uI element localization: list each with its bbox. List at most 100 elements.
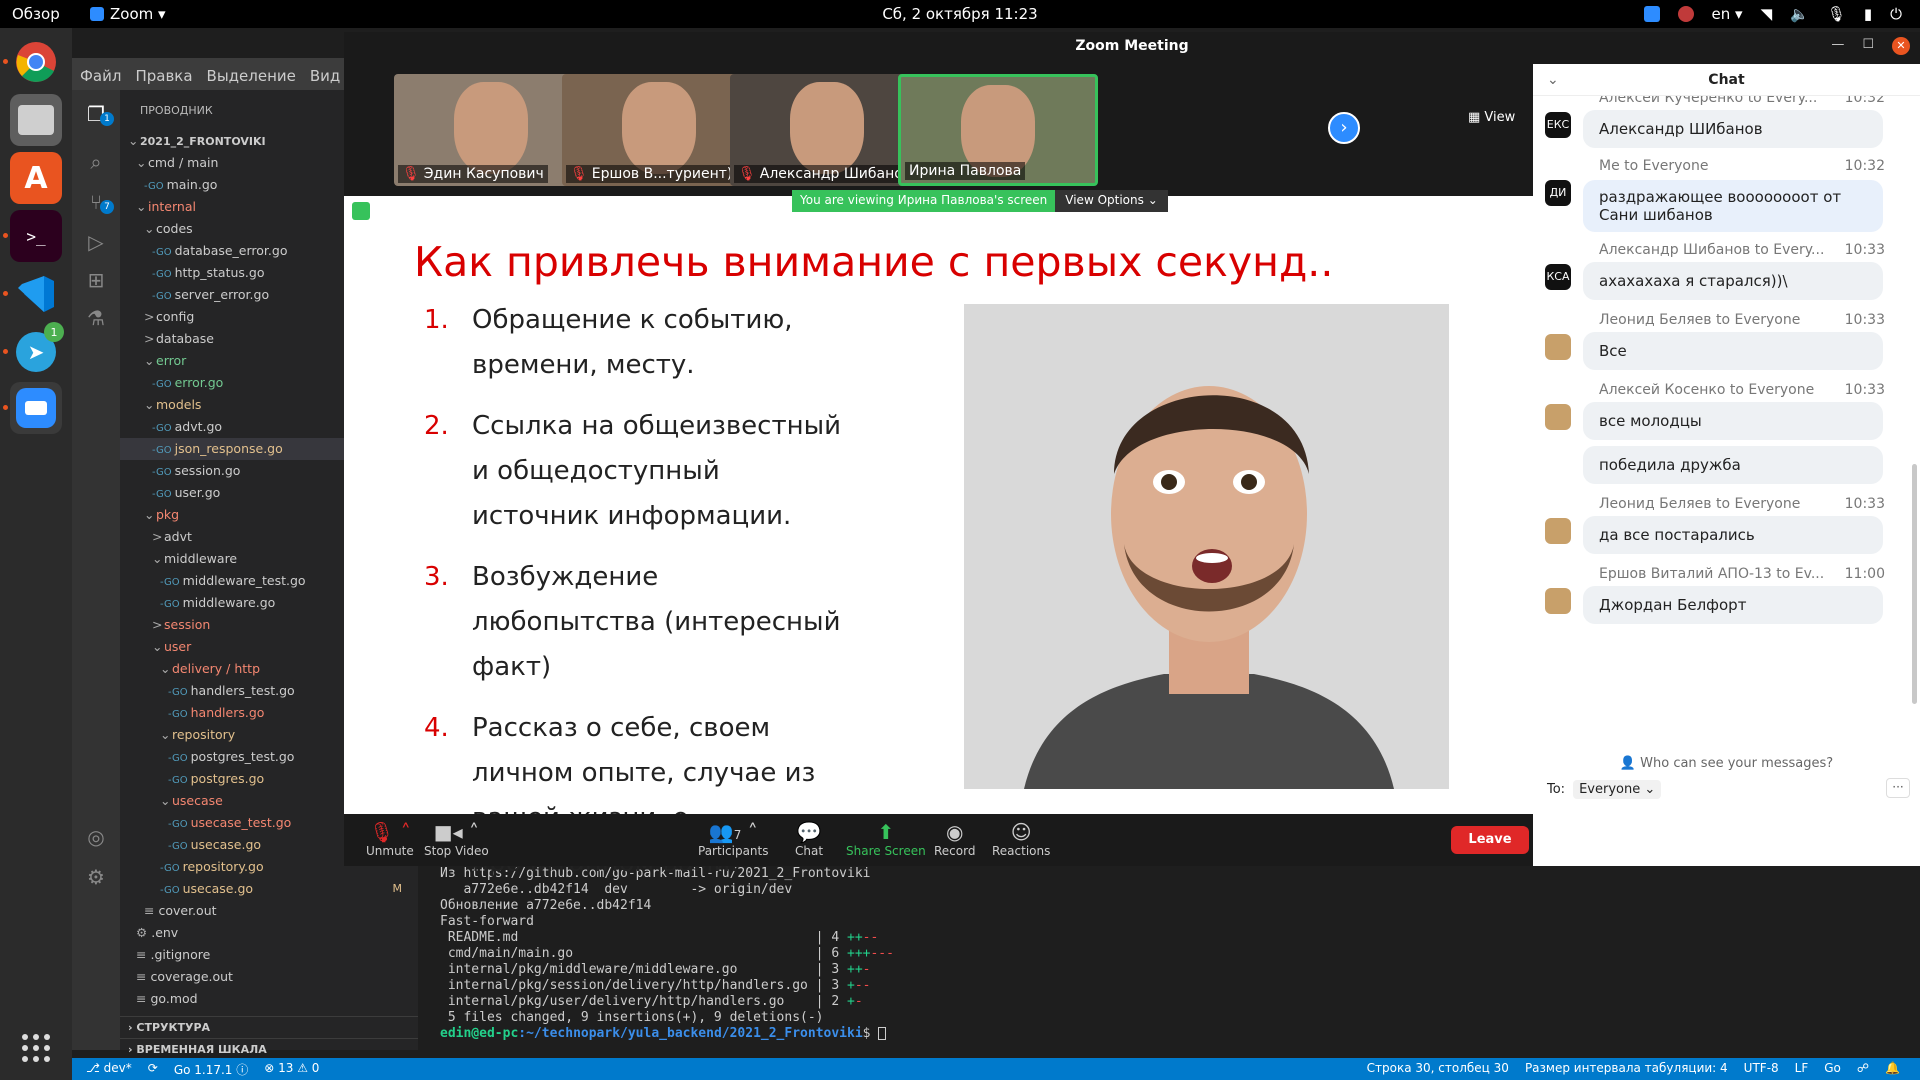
timeline-section[interactable]: › ВРЕМЕННАЯ ШКАЛА (120, 1038, 418, 1060)
battery-icon[interactable]: ▮ (1864, 5, 1872, 23)
zoom-dock-icon[interactable] (3, 382, 62, 434)
chevron-down-icon: ⌄ (144, 507, 155, 522)
zoom-tray-icon[interactable] (1643, 6, 1660, 22)
chat-message-bubble[interactable]: Александр ШИбанов (1583, 110, 1883, 148)
terminal-prompt[interactable]: edin@ed-pc:~/technopark/yula_backend/202… (440, 1026, 1920, 1042)
activity-bar: ❐ 1 ⌕ ⑂ 7 ▷ ⊞ ⚗ ◎ ⚙ (72, 90, 120, 1050)
chat-message-bubble[interactable]: Джордан Белфорт (1583, 586, 1883, 624)
chat-message-bubble[interactable]: все молодцы (1583, 402, 1883, 440)
status-item[interactable]: LF (1795, 1061, 1809, 1075)
volume-icon[interactable]: 🔈 (1790, 5, 1809, 23)
tree-file[interactable]: ≡ cover.out (120, 900, 418, 922)
slide-list-item: 1. Обращение к событию, времени, месту. (424, 298, 844, 388)
chat-message-bubble[interactable]: победила дружба (1583, 446, 1883, 484)
chevron-down-icon: ⌄ (136, 155, 147, 170)
explorer-icon[interactable]: ❐ 1 (84, 102, 114, 126)
tree-item-label: user.go (174, 485, 221, 500)
chat-message-bubble[interactable]: ахахахаха я старался))\ (1583, 262, 1883, 300)
view-options-button[interactable]: View Options ⌄ (1055, 190, 1168, 212)
tree-file[interactable]: ≡ go.mod (120, 988, 418, 1010)
vscode-dock-icon[interactable] (3, 268, 62, 320)
tree-item-label: database_error.go (174, 243, 288, 258)
participant-face (790, 82, 864, 174)
tree-item-label: 2021_2_FRONTOVIKI (140, 135, 266, 148)
status-item[interactable]: Размер интервала табуляции: 4 (1525, 1061, 1728, 1075)
slide-item-number: 1. (424, 305, 449, 335)
participant-video[interactable]: Ирина Павлова (898, 74, 1098, 186)
terminal-line: 5 files changed, 9 insertions(+), 9 dele… (440, 1010, 1920, 1026)
run-debug-icon[interactable]: ▷ (84, 230, 108, 254)
status-item[interactable]: Строка 30, столбец 30 (1367, 1061, 1509, 1075)
stop-video-button[interactable]: ■◂ ˄ Stop Video (424, 820, 489, 858)
account-icon[interactable]: ◎ (84, 825, 108, 849)
status-item[interactable]: 🔔 (1885, 1061, 1900, 1075)
chat-button[interactable]: 💬 Chat (795, 820, 823, 858)
chat-time: 11:00 (1844, 566, 1885, 582)
chat-avatar: ЕКС (1545, 112, 1571, 138)
terminal-dock-icon[interactable]: >_ (3, 210, 62, 262)
go-file-icon: -GO (168, 709, 188, 720)
status-item[interactable]: ⎇ dev* (86, 1061, 132, 1078)
chat-message-bubble[interactable]: Все (1583, 332, 1883, 370)
software-center-dock-icon[interactable]: A (10, 152, 62, 204)
tree-file[interactable]: ≡ .gitignore (120, 944, 418, 966)
source-control-icon[interactable]: ⑂ 7 (84, 190, 114, 214)
power-icon[interactable]: ⏻ (1890, 5, 1902, 23)
leave-button[interactable]: Leave (1451, 826, 1529, 854)
collapse-chevron-icon[interactable]: ⌄ (1547, 64, 1559, 96)
go-file-icon: -GO (160, 863, 180, 874)
view-button[interactable]: ▦ View (1468, 110, 1515, 125)
status-item[interactable]: ⟳ (148, 1061, 158, 1078)
chat-scrollbar[interactable] (1912, 464, 1917, 704)
settings-gear-icon[interactable]: ⚙ (84, 865, 108, 889)
status-item[interactable]: ⊗ 13 ⚠ 0 (264, 1061, 319, 1078)
files-dock-icon[interactable] (10, 94, 62, 146)
tree-file[interactable]: -GO usecase.go M (120, 878, 418, 900)
search-icon[interactable]: ⌕ (84, 150, 108, 174)
slide-item-number: 4. (424, 713, 449, 743)
recipient-dropdown[interactable]: Everyone ⌄ (1573, 780, 1662, 799)
next-page-icon[interactable]: › (1328, 112, 1360, 144)
shared-screen: Как привлечь внимание с первых секунд.. … (344, 196, 1533, 878)
status-item[interactable]: ☍ (1857, 1061, 1869, 1075)
close-icon[interactable]: ✕ (1892, 37, 1910, 55)
who-can-see-link[interactable]: 👤 Who can see your messages? (1533, 756, 1920, 771)
tree-file[interactable]: ≡ coverage.out (120, 966, 418, 988)
participants-button[interactable]: 👥7 ˄ Participants (698, 820, 769, 858)
participant-name-tag: 🎙︎ Александр Шибанов (734, 165, 916, 183)
status-item[interactable]: UTF-8 (1744, 1061, 1779, 1075)
outline-section[interactable]: › СТРУКТУРА (120, 1016, 418, 1038)
unmute-button[interactable]: 🎙︎ ˄ Unmute (366, 820, 414, 858)
menu-view[interactable]: Вид (310, 67, 340, 90)
show-applications-icon[interactable] (10, 1022, 62, 1074)
terminal-line: internal/pkg/session/delivery/http/handl… (440, 978, 1920, 994)
language-selector[interactable]: en ▾ (1712, 5, 1743, 23)
extensions-icon[interactable]: ⊞ (84, 268, 108, 292)
microphone-icon[interactable]: 🎙 (1827, 5, 1846, 23)
menu-file[interactable]: Файл (80, 67, 121, 90)
chat-avatar (1545, 404, 1571, 430)
record-button[interactable]: ◉ Record (934, 820, 975, 858)
chat-message-bubble[interactable]: да все постарались (1583, 516, 1883, 554)
status-item[interactable]: Go (1824, 1061, 1841, 1075)
menu-selection[interactable]: Выделение (207, 67, 296, 90)
menu-edit[interactable]: Правка (135, 67, 192, 90)
reactions-button[interactable]: ☺ Reactions (992, 820, 1050, 858)
share-screen-button[interactable]: ⬆︎ Share Screen (846, 820, 926, 858)
chrome-dock-icon[interactable] (3, 36, 62, 88)
chat-sender: Me to Everyone (1599, 158, 1709, 174)
testing-icon[interactable]: ⚗ (84, 306, 108, 330)
telegram-dock-icon[interactable]: ➤ 1 (3, 322, 64, 378)
clock[interactable]: Сб, 2 октября 11:23 (0, 5, 1920, 23)
tree-item-label: session.go (174, 463, 241, 478)
minimize-icon[interactable]: — (1831, 37, 1844, 55)
tree-item-label: coverage.out (150, 969, 233, 984)
chrome-tray-icon[interactable] (1677, 6, 1694, 22)
chat-more-button[interactable]: ··· (1886, 778, 1910, 798)
tree-file[interactable]: ⚙ .env (120, 922, 418, 944)
chat-message-bubble[interactable]: раздражающее воооооооот от Сани шибанов (1583, 180, 1883, 232)
maximize-icon[interactable]: ☐ (1862, 37, 1874, 55)
chat-avatar (1545, 588, 1571, 614)
status-item[interactable]: Go 1.17.1 ⓘ (174, 1061, 248, 1078)
wifi-icon[interactable]: ◥ (1761, 5, 1773, 23)
